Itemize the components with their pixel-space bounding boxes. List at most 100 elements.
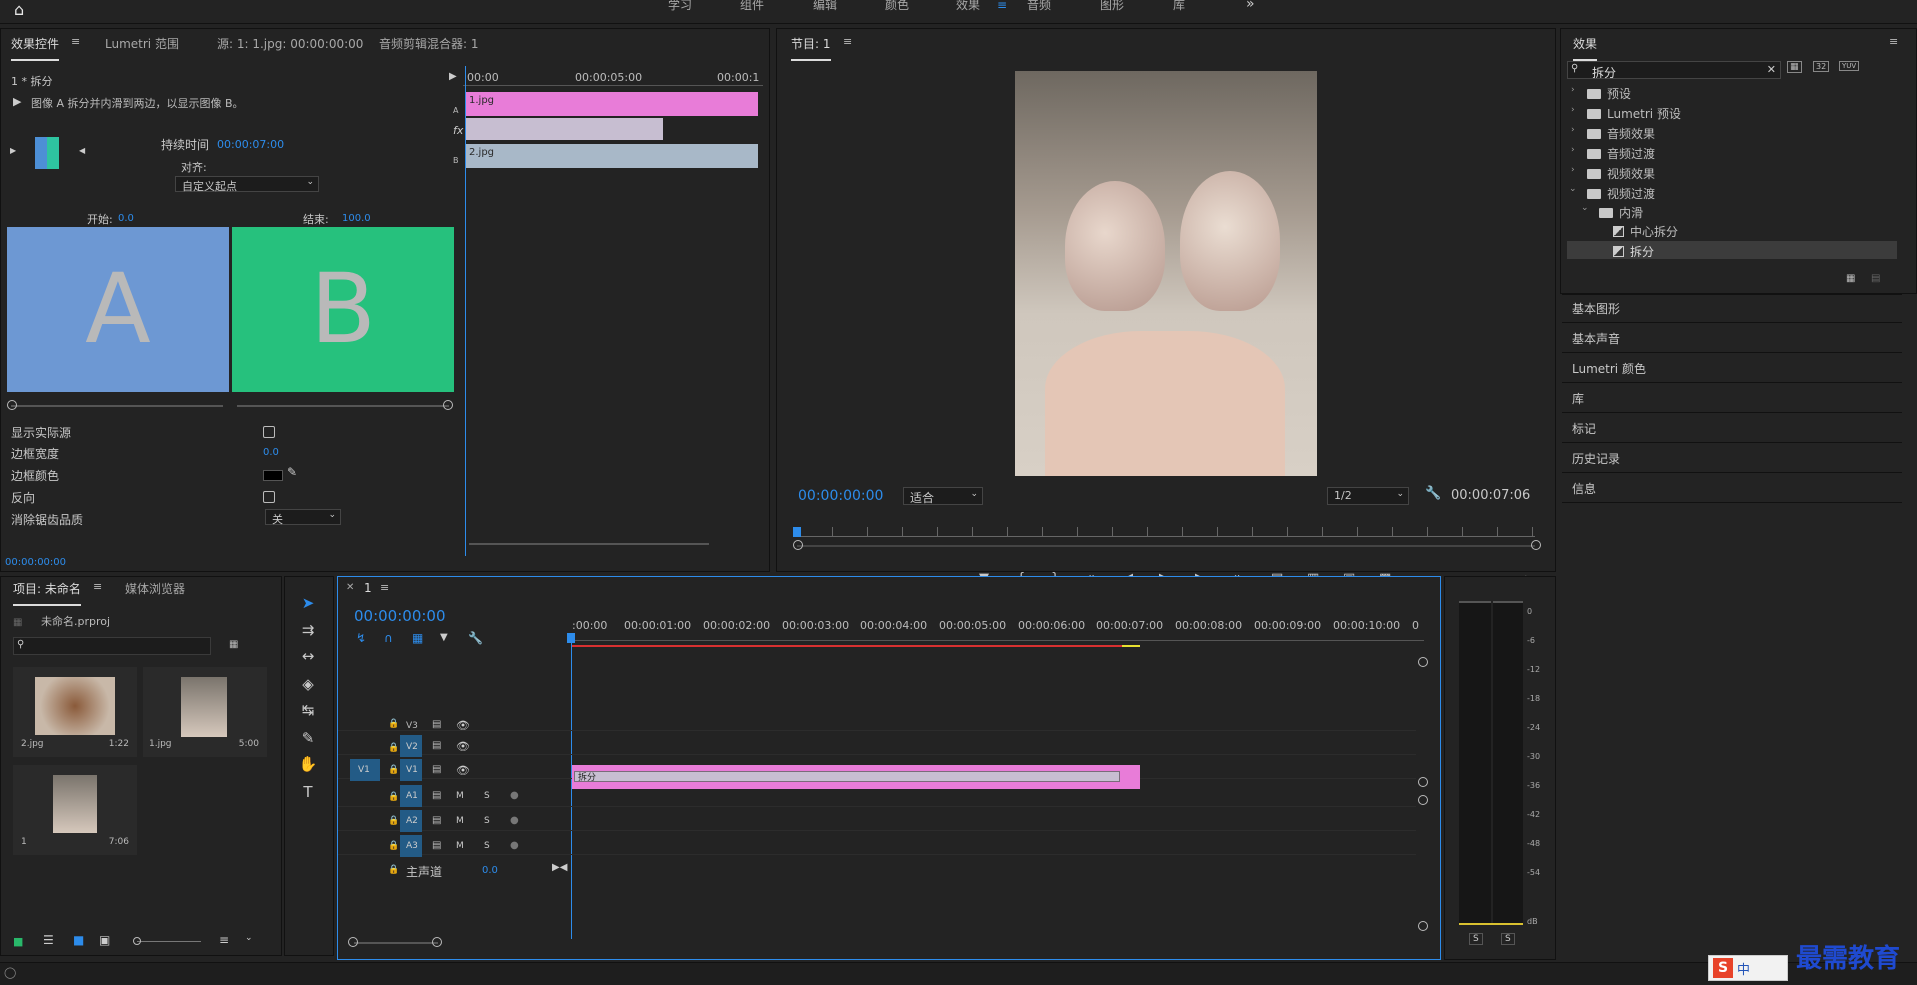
program-title[interactable]: 节目: 1 (791, 35, 831, 61)
close-icon[interactable]: ✕ (346, 582, 354, 593)
duration-value[interactable]: 00:00:07:00 (217, 138, 284, 151)
start-value[interactable]: 0.0 (118, 213, 134, 224)
program-zoom-bar[interactable] (797, 545, 1535, 547)
tree-lumetri-presets[interactable]: Lumetri 预设 (1587, 105, 1681, 122)
border-width-value[interactable]: 0.0 (263, 447, 279, 458)
clip-b-bar[interactable]: 2.jpg (465, 144, 758, 168)
sync-lock-icon[interactable]: ▤ (432, 815, 441, 826)
sync-lock-icon[interactable]: ▤ (432, 790, 441, 801)
hscroll-handle-left[interactable] (348, 937, 358, 947)
zoom-handle-left[interactable] (793, 540, 803, 550)
eye-icon[interactable]: 👁 (456, 764, 470, 777)
hscroll-handle-right[interactable] (432, 937, 442, 947)
solo-button[interactable]: S (484, 816, 490, 826)
lock-icon[interactable]: 🔒 (388, 765, 399, 775)
razor-tool-icon[interactable]: ◈ (298, 674, 318, 694)
new-bin-icon[interactable]: ▦ (229, 639, 238, 650)
tree-presets[interactable]: 预设 (1587, 85, 1631, 102)
tree-audio-transitions[interactable]: 音频过渡 (1587, 145, 1655, 162)
effects-menu-icon[interactable]: ≡ (1889, 35, 1898, 48)
32bit-effects-icon[interactable]: 32 (1813, 61, 1830, 72)
clip-a-bar[interactable]: 1.jpg (465, 92, 758, 116)
sync-lock-icon[interactable]: ▤ (432, 719, 441, 730)
ime-toolbar[interactable]: S 中 (1708, 955, 1788, 981)
ec-timecode[interactable]: 00:00:00:00 (5, 557, 66, 568)
align-select[interactable]: 自定义起点 ⌄ (175, 176, 319, 193)
ws-tab-effects[interactable]: 效果 (956, 0, 980, 13)
program-playhead[interactable] (793, 527, 801, 537)
chevron-down-icon[interactable]: ⌄ (245, 933, 253, 943)
delete-icon[interactable]: ▤ (1871, 273, 1880, 284)
master-value[interactable]: 0.0 (482, 865, 498, 876)
libraries-section[interactable]: 库 (1572, 390, 1584, 407)
ws-tab-assembly[interactable]: 组件 (740, 0, 764, 13)
eye-icon[interactable]: 👁 (456, 740, 470, 753)
fit-select[interactable]: 适合 ⌄ (903, 487, 983, 505)
lumetri-color-section[interactable]: Lumetri 颜色 (1572, 360, 1646, 377)
effects-title[interactable]: 效果 (1573, 35, 1598, 61)
tree-expand-icon[interactable]: › (1571, 145, 1575, 155)
start-slider[interactable] (11, 405, 223, 407)
tab-media-browser[interactable]: 媒体浏览器 (125, 580, 185, 597)
end-value[interactable]: 100.0 (342, 213, 371, 224)
ws-tab-learn[interactable]: 学习 (668, 0, 692, 13)
freeform-view-icon[interactable]: ▣ (99, 933, 110, 947)
mic-icon[interactable]: ● (510, 790, 519, 801)
tree-collapse-icon[interactable]: ⌄ (1581, 203, 1589, 213)
transition-bar[interactable] (465, 118, 663, 140)
transition-thumbnail[interactable] (35, 137, 59, 169)
vscroll-handle[interactable] (1418, 795, 1428, 805)
ws-tab-menu-icon[interactable]: ≡ (997, 0, 1007, 12)
ws-tab-edit[interactable]: 编辑 (813, 0, 837, 13)
meter-solo-left[interactable]: S (1469, 933, 1483, 945)
icon-view-icon[interactable]: ■ (73, 933, 84, 947)
list-view-icon[interactable]: ☰ (43, 933, 54, 947)
solo-button[interactable]: S (484, 841, 490, 851)
markers-section[interactable]: 标记 (1572, 420, 1596, 437)
tree-audio-effects[interactable]: 音频效果 (1587, 125, 1655, 142)
mic-icon[interactable]: ● (510, 815, 519, 826)
preview-b[interactable]: B (232, 227, 454, 392)
ws-tab-graphics[interactable]: 图形 (1100, 0, 1124, 13)
tree-expand-icon[interactable]: › (1571, 165, 1575, 175)
mute-button[interactable]: M (456, 816, 464, 826)
reverse-checkbox[interactable] (263, 491, 275, 503)
v1-transition[interactable]: 拆分 (574, 771, 1120, 783)
tree-expand-icon[interactable]: › (1571, 85, 1575, 95)
bin-item[interactable]: 1.jpg 5:00 (143, 667, 267, 757)
home-icon[interactable]: ⌂ (14, 0, 24, 19)
go-to-end-icon[interactable]: ▶◀ (552, 862, 567, 873)
mute-button[interactable]: M (456, 791, 464, 801)
tab-project[interactable]: 项目: 未命名 (13, 580, 81, 606)
info-section[interactable]: 信息 (1572, 480, 1596, 497)
project-search-input[interactable]: ⚲ (13, 637, 211, 655)
hand-tool-icon[interactable]: ✋ (298, 754, 318, 774)
program-timecode[interactable]: 00:00:00:00 (798, 488, 883, 504)
quality-select[interactable]: 1/2 ⌄ (1327, 487, 1409, 505)
sort-icon[interactable]: ≡ (219, 933, 229, 947)
program-time-ruler[interactable] (797, 527, 1535, 537)
ws-more-icon[interactable]: » (1246, 0, 1255, 12)
solo-button[interactable]: S (484, 791, 490, 801)
tree-split[interactable]: 拆分 (1613, 243, 1654, 260)
zoom-slider-handle[interactable] (133, 937, 141, 945)
lock-icon[interactable]: 🔒 (388, 865, 399, 875)
ws-tab-audio[interactable]: 音频 (1027, 0, 1051, 13)
add-marker-icon[interactable]: ▼ (440, 632, 448, 643)
vscroll-handle[interactable] (1418, 657, 1428, 667)
lock-icon[interactable]: 🔒 (388, 816, 399, 826)
sync-lock-icon[interactable]: ▤ (432, 740, 441, 751)
lock-icon[interactable]: 🔒 (388, 841, 399, 851)
essential-graphics-section[interactable]: 基本图形 (1572, 300, 1620, 317)
track-v3-label[interactable]: V3 (406, 721, 418, 731)
linked-selection-icon[interactable]: ▦ (412, 631, 423, 645)
track-a2-label[interactable]: A2 (406, 816, 418, 826)
clear-search-icon[interactable]: ✕ (1767, 63, 1776, 76)
nest-icon[interactable]: ↯ (356, 631, 366, 645)
mute-button[interactable]: M (456, 841, 464, 851)
zoom-handle-right[interactable] (1531, 540, 1541, 550)
sequence-tab[interactable]: 1 (364, 581, 372, 595)
essential-sound-section[interactable]: 基本声音 (1572, 330, 1620, 347)
mic-icon[interactable]: ● (510, 840, 519, 851)
vscroll-handle[interactable] (1418, 921, 1428, 931)
